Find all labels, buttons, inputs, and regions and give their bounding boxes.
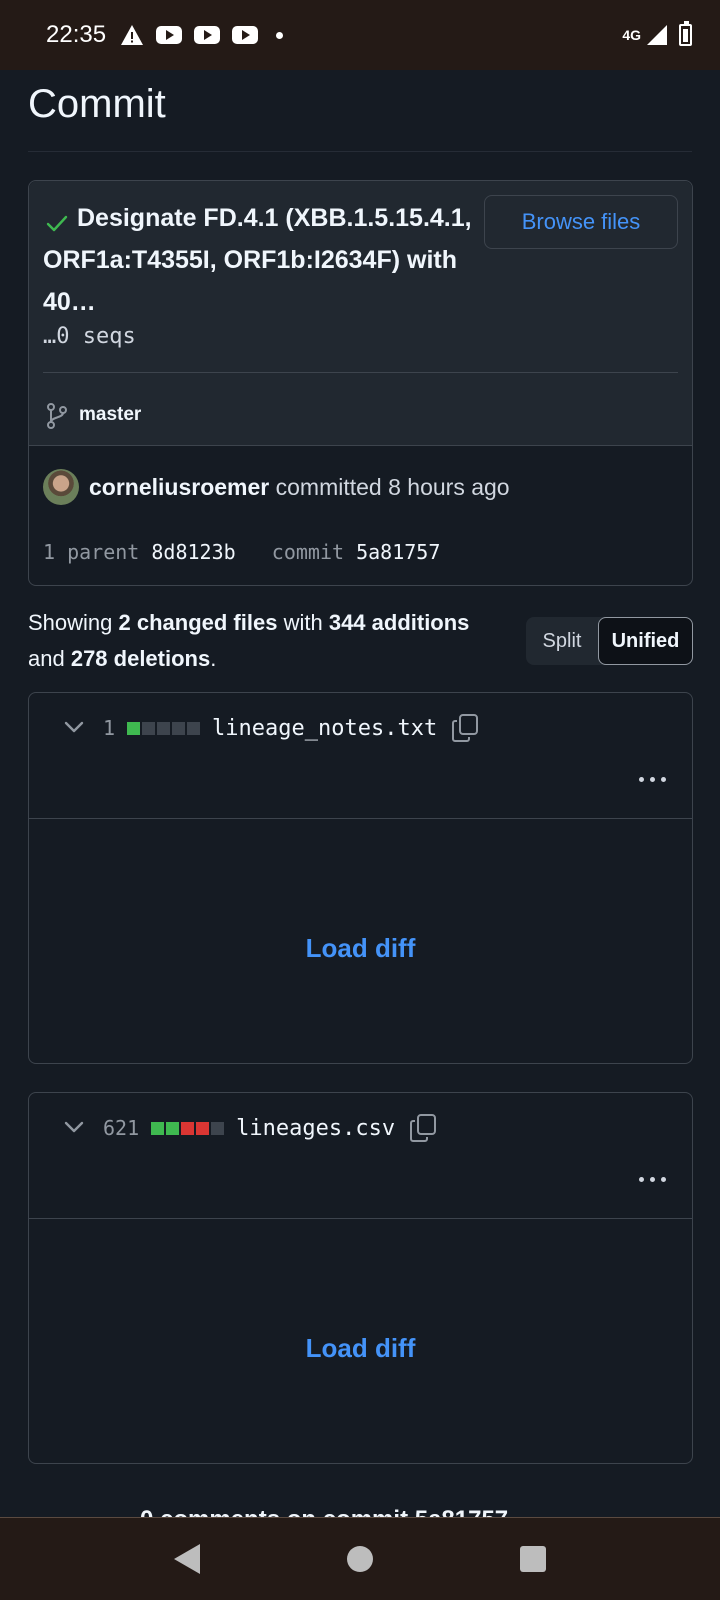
git-branch-icon (47, 403, 67, 429)
author-link[interactable]: corneliusroemer (89, 474, 269, 500)
summary-text: Showing (28, 610, 119, 635)
deletions-count: 278 deletions (70, 646, 211, 671)
diffstat (151, 1121, 225, 1135)
page-content[interactable]: Commit Designate FD.4.1 (XBB.1.5.15.4.1,… (0, 70, 720, 1517)
file-name[interactable]: lineages.csv (236, 1116, 395, 1141)
commit-author-line: corneliusroemer committed 8 hours ago (89, 474, 510, 501)
diffstat-block (142, 721, 156, 735)
browse-files-button[interactable]: Browse files (484, 195, 678, 249)
comments-heading: 0 comments on commit 5a81757 (140, 1506, 508, 1517)
divider (28, 151, 692, 152)
commit-header: Designate FD.4.1 (XBB.1.5.15.4.1, ORF1a:… (29, 181, 692, 446)
back-icon[interactable] (173, 1544, 200, 1574)
file-change-count: 1 (103, 716, 116, 740)
more-options-icon[interactable] (639, 777, 666, 782)
commit-label: commit (271, 540, 345, 564)
additions-count: 344 additions (328, 610, 470, 635)
file-change-count: 621 (103, 1116, 140, 1140)
load-diff-button[interactable]: Load diff (29, 933, 692, 964)
youtube-icon (232, 26, 259, 44)
diffstat-block (157, 721, 171, 735)
system-icons: 4G (622, 21, 692, 46)
commit-time: committed 8 hours ago (269, 474, 510, 500)
load-diff-button[interactable]: Load diff (29, 1333, 692, 1364)
diffstat-block (187, 721, 201, 735)
warning-icon (121, 25, 144, 45)
diffstat-block (181, 1121, 195, 1135)
summary-text: with (277, 610, 329, 635)
status-bar: 22:35 4G (0, 0, 720, 70)
summary-text: . (210, 646, 217, 671)
branch-name[interactable]: master (79, 404, 141, 426)
diff-summary: Showing 2 changed files with 344 additio… (28, 605, 488, 677)
file-header: 1 lineage_notes.txt (29, 693, 692, 819)
parent-sha-link[interactable]: 8d8123b (151, 540, 235, 564)
copy-icon[interactable] (451, 713, 479, 743)
signal-icon (647, 25, 667, 45)
copy-icon[interactable] (409, 1113, 437, 1143)
unified-view-button[interactable]: Unified (598, 617, 693, 665)
notification-icons (120, 24, 284, 46)
diffstat-block (127, 721, 141, 735)
more-options-icon[interactable] (639, 1177, 666, 1182)
summary-text: and (28, 646, 71, 671)
diffstat-block (166, 1121, 180, 1135)
status-time: 22:35 (46, 21, 107, 48)
divider (43, 372, 678, 373)
file-header: 621 lineages.csv (29, 1093, 692, 1219)
youtube-icon (156, 26, 183, 44)
avatar[interactable] (43, 469, 79, 505)
page-title: Commit (28, 82, 166, 126)
file-diff-card: 1 lineage_notes.txt Load diff (28, 692, 693, 1064)
diffstat (127, 721, 201, 735)
commit-card: Designate FD.4.1 (XBB.1.5.15.4.1, ORF1a:… (28, 180, 693, 586)
parent-label: 1 parent (43, 540, 140, 564)
chevron-down-icon[interactable] (63, 719, 85, 735)
file-name[interactable]: lineage_notes.txt (212, 716, 437, 741)
commit-parents: 1 parent 8d8123b commit 5a81757 (43, 540, 440, 564)
network-type: 4G (622, 27, 641, 43)
chevron-down-icon[interactable] (63, 1119, 85, 1135)
home-icon[interactable] (346, 1546, 373, 1572)
battery-icon (679, 21, 692, 46)
file-diff-card: 621 lineages.csv Load diff (28, 1092, 693, 1464)
file-info: 621 lineages.csv (103, 1113, 437, 1143)
recent-apps-icon[interactable] (520, 1546, 547, 1572)
file-info: 1 lineage_notes.txt (103, 713, 479, 743)
commit-sha: 5a81757 (356, 540, 441, 564)
split-view-button[interactable]: Split (526, 617, 598, 665)
diffstat-block (151, 1121, 165, 1135)
commit-title: Designate FD.4.1 (XBB.1.5.15.4.1, ORF1a:… (43, 204, 472, 316)
youtube-icon (194, 26, 221, 44)
commit-title-expand[interactable]: …0 seqs (43, 324, 136, 349)
diffstat-block (211, 1121, 225, 1135)
changed-files-count: 2 changed files (118, 610, 278, 635)
diffstat-block (172, 721, 186, 735)
diffstat-block (196, 1121, 210, 1135)
navigation-bar (0, 1517, 720, 1600)
more-notifications-icon (276, 31, 284, 39)
diff-view-toggle: Split Unified (526, 617, 693, 665)
